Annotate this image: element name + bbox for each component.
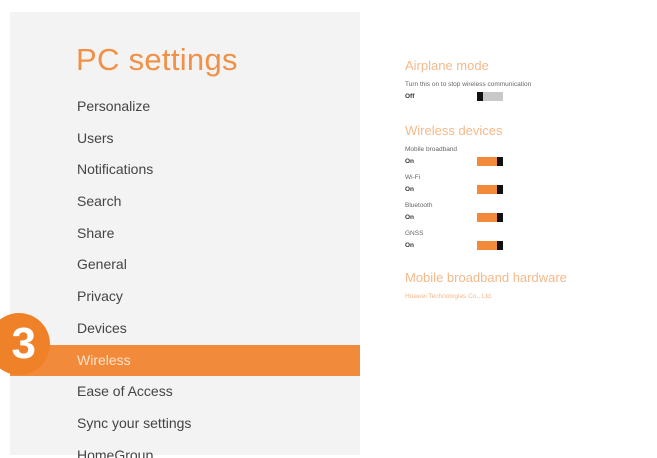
mobile-broadband-label: Mobile broadband: [405, 146, 458, 153]
nav-item-notifications[interactable]: Notifications: [10, 154, 360, 186]
nav-item-ease-of-access[interactable]: Ease of Access: [10, 376, 360, 408]
broadband-hardware-heading: Mobile broadband hardware: [405, 270, 567, 285]
mobile-broadband-state: On: [405, 157, 415, 165]
gnss-state: On: [405, 241, 415, 249]
wifi-setting: Wi-Fi On: [405, 174, 645, 196]
bluetooth-label: Bluetooth: [405, 202, 433, 209]
mobile-broadband-toggle[interactable]: [477, 156, 503, 166]
bluetooth-setting: Bluetooth On: [405, 202, 645, 224]
toggle-thumb: [477, 91, 483, 101]
toggle-thumb: [497, 184, 503, 194]
nav-item-share[interactable]: Share: [10, 218, 360, 250]
wifi-label: Wi-Fi: [405, 174, 421, 181]
nav-item-search[interactable]: Search: [10, 186, 360, 218]
nav-item-general[interactable]: General: [10, 249, 360, 281]
bluetooth-toggle[interactable]: [477, 212, 503, 222]
nav-item-devices[interactable]: Devices: [10, 313, 360, 345]
airplane-mode-setting: Turn this on to stop wireless communicat…: [405, 81, 645, 103]
settings-nav: Personalize Users Notifications Search S…: [10, 91, 360, 458]
broadband-hardware-name: Huawei Technologies Co., Ltd.: [405, 293, 493, 300]
wireless-settings-content: Airplane mode Turn this on to stop wirel…: [405, 58, 645, 300]
toggle-thumb: [497, 156, 503, 166]
gnss-setting: GNSS On: [405, 230, 645, 252]
airplane-mode-state: Off: [405, 92, 415, 100]
page-title: PC settings: [76, 42, 238, 77]
mobile-broadband-setting: Mobile broadband On: [405, 146, 645, 168]
gnss-toggle[interactable]: [477, 240, 503, 250]
nav-item-privacy[interactable]: Privacy: [10, 281, 360, 313]
airplane-mode-heading: Airplane mode: [405, 58, 489, 73]
nav-item-personalize[interactable]: Personalize: [10, 91, 360, 123]
gnss-label: GNSS: [405, 230, 424, 237]
airplane-mode-description: Turn this on to stop wireless communicat…: [405, 81, 532, 88]
wifi-state: On: [405, 185, 415, 193]
bluetooth-state: On: [405, 213, 415, 221]
nav-item-users[interactable]: Users: [10, 123, 360, 155]
nav-item-wireless[interactable]: Wireless: [10, 344, 360, 377]
airplane-mode-toggle[interactable]: [477, 91, 503, 101]
wireless-devices-heading: Wireless devices: [405, 123, 503, 138]
toggle-thumb: [497, 212, 503, 222]
toggle-thumb: [497, 240, 503, 250]
nav-item-sync-settings[interactable]: Sync your settings: [10, 408, 360, 440]
wifi-toggle[interactable]: [477, 184, 503, 194]
